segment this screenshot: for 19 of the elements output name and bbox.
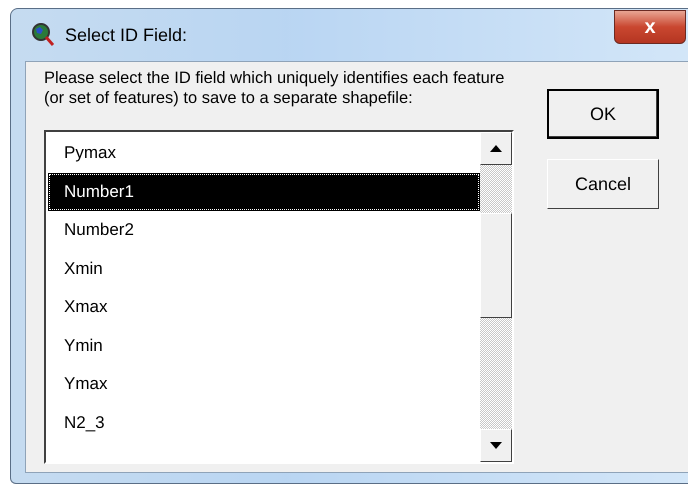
- list-item[interactable]: Pymax: [48, 134, 480, 172]
- list-item[interactable]: Xmax: [48, 288, 480, 326]
- scroll-down-button[interactable]: [480, 429, 512, 462]
- list-item[interactable]: Number2: [48, 211, 480, 250]
- down-arrow-icon: [490, 442, 502, 449]
- list-item[interactable]: Number1: [48, 172, 480, 211]
- instruction-text: Please select the ID field which uniquely identifies each feature (or set of features) to save to a separate shapefile:: [44, 68, 506, 108]
- scroll-up-button[interactable]: [480, 132, 512, 165]
- window-title: Select ID Field:: [65, 24, 188, 46]
- list-item[interactable]: Ymin: [48, 326, 480, 365]
- globe-magnifier-icon: [31, 22, 55, 48]
- dialog-button[interactable]: Cancel: [547, 159, 659, 209]
- scroll-thumb[interactable]: [480, 213, 512, 318]
- list-item[interactable]: Ymax: [48, 365, 480, 404]
- dialog-button[interactable]: OK: [547, 89, 659, 139]
- up-arrow-icon: [490, 145, 502, 152]
- list-item[interactable]: Xmin: [48, 250, 480, 288]
- close-button[interactable]: x: [614, 10, 686, 44]
- list-item[interactable]: N2_3: [48, 404, 480, 442]
